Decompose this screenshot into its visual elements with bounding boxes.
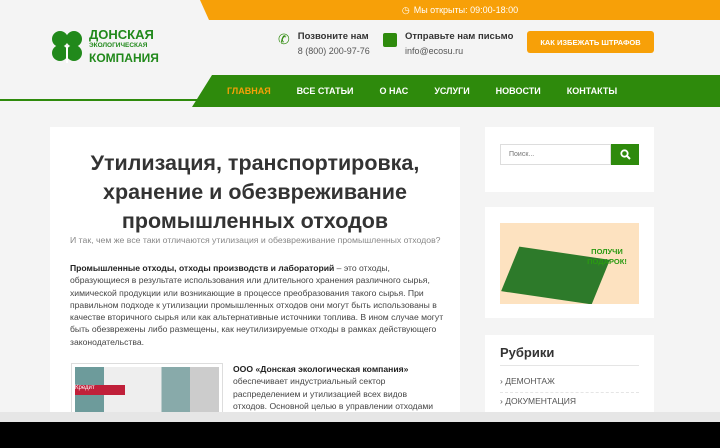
article-card: Утилизация, транспортировка, хранение и … xyxy=(50,127,460,423)
clock-icon: ◷ xyxy=(401,4,410,15)
clover-logo-icon xyxy=(52,30,82,63)
logo-line1: ДОНСКАЯ xyxy=(89,27,154,42)
category-item[interactable]: › ДЕМОНТАЖ xyxy=(500,376,555,386)
search-icon xyxy=(619,149,631,160)
top-bar: ◷ Мы открыты: 09:00-18:00 xyxy=(200,0,720,20)
logo[interactable]: ДОНСКАЯ ЭКОЛОГИЧЕСКАЯ КОМПАНИЯ xyxy=(50,28,159,64)
paragraph-bold: Промышленные отходы, отходы производств … xyxy=(70,263,335,273)
main-nav: ГЛАВНАЯ ВСЕ СТАТЬИ О НАС УСЛУГИ НОВОСТИ … xyxy=(192,75,720,107)
company-name: ООО «Донская экологическая компания» xyxy=(233,364,409,374)
banner-text: ПОЛУЧИ ПОДАРОК! xyxy=(587,247,627,266)
nav-home[interactable]: ГЛАВНАЯ xyxy=(227,86,271,96)
nav-divider xyxy=(0,99,200,101)
opening-hours: Мы открыты: 09:00-18:00 xyxy=(413,5,519,15)
nav-services[interactable]: УСЛУГИ xyxy=(434,86,469,96)
mail-icon xyxy=(383,33,397,47)
horizontal-scrollbar[interactable] xyxy=(0,412,720,422)
article-subtitle: И так, чем же все таки отличаются утилиз… xyxy=(70,235,441,245)
search-widget xyxy=(485,127,654,192)
search-input[interactable] xyxy=(500,144,611,165)
article-title: Утилизация, транспортировка, хранение и … xyxy=(90,151,420,233)
email-address[interactable]: info@ecosu.ru xyxy=(405,46,463,56)
categories-widget: Рубрики › ДЕМОНТАЖ › ДОКУМЕНТАЦИЯ xyxy=(485,335,654,412)
phone-icon: ✆ xyxy=(278,31,290,47)
phone-contact[interactable]: ✆ Позвоните нам 8 (800) 200-97-76 xyxy=(278,31,370,56)
screen-bottom xyxy=(0,422,720,448)
nav-news[interactable]: НОВОСТИ xyxy=(496,86,541,96)
divider xyxy=(500,365,639,366)
logo-line3: КОМПАНИЯ xyxy=(89,50,159,65)
photo-sign: Кредит xyxy=(75,385,125,395)
nav-all-articles[interactable]: ВСЕ СТАТЬИ xyxy=(297,86,354,96)
email-contact[interactable]: Отправьте нам письмо info@ecosu.ru xyxy=(383,31,513,56)
logo-line2: ЭКОЛОГИЧЕСКАЯ xyxy=(89,42,148,49)
article-paragraph: Промышленные отходы, отходы производств … xyxy=(70,262,445,348)
category-label: ДОКУМЕНТАЦИЯ xyxy=(505,396,577,406)
phone-number[interactable]: 8 (800) 200-97-76 xyxy=(298,46,370,56)
search-button[interactable] xyxy=(611,144,639,165)
paragraph-text: – это отходы, образующиеся в результате … xyxy=(70,263,444,347)
avoid-fines-button[interactable]: КАК ИЗБЕЖАТЬ ШТРАФОВ xyxy=(527,31,654,53)
nav-about[interactable]: О НАС xyxy=(380,86,409,96)
gift-banner[interactable]: ПОЛУЧИ ПОДАРОК! xyxy=(500,223,639,304)
banner-widget: ПОЛУЧИ ПОДАРОК! xyxy=(485,207,654,318)
nav-contacts[interactable]: КОНТАКТЫ xyxy=(567,86,617,96)
categories-title: Рубрики xyxy=(500,345,555,360)
category-label: ДЕМОНТАЖ xyxy=(505,376,555,386)
email-label: Отправьте нам письмо xyxy=(405,31,514,42)
phone-label: Позвоните нам xyxy=(297,31,369,42)
category-item[interactable]: › ДОКУМЕНТАЦИЯ xyxy=(500,392,639,406)
